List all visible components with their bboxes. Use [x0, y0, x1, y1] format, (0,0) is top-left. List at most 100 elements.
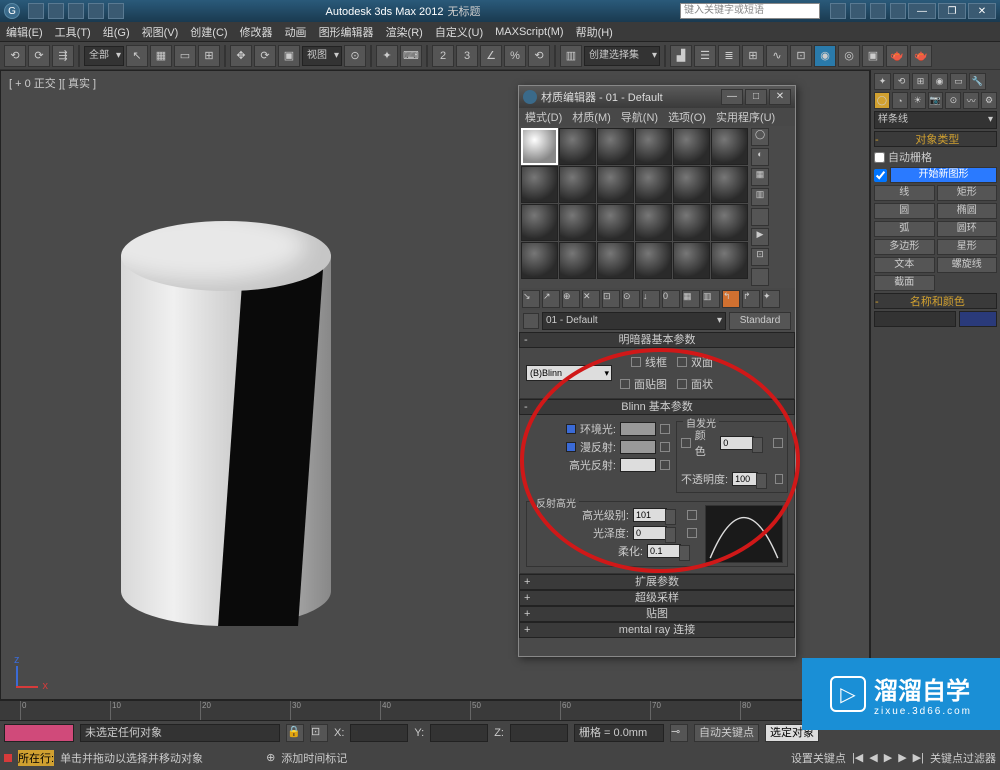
- sample-slot[interactable]: [521, 204, 558, 241]
- sample-slot[interactable]: [711, 128, 748, 165]
- restore-button[interactable]: ❐: [938, 3, 966, 19]
- select-by-mat-icon[interactable]: [751, 268, 769, 286]
- menu-item[interactable]: 自定义(U): [435, 24, 483, 40]
- twosided-checkbox[interactable]: [677, 357, 687, 367]
- window-crossing-icon[interactable]: ⊞: [198, 45, 220, 67]
- x-input[interactable]: [350, 724, 408, 742]
- panel-hierarchy-icon[interactable]: ⊞: [912, 73, 929, 90]
- scale-icon[interactable]: ▣: [278, 45, 300, 67]
- y-input[interactable]: [430, 724, 488, 742]
- play-next-icon[interactable]: ▶: [898, 751, 906, 764]
- sample-slot[interactable]: [559, 128, 596, 165]
- spinsnap-icon[interactable]: ⟲: [528, 45, 550, 67]
- rollout-header[interactable]: -对象类型: [874, 131, 997, 147]
- select-name-icon[interactable]: ▦: [150, 45, 172, 67]
- cat-shapes-icon[interactable]: ◔: [892, 92, 908, 109]
- sample-slot[interactable]: [559, 166, 596, 203]
- sample-slot[interactable]: [597, 128, 634, 165]
- help-icon[interactable]: [890, 3, 906, 19]
- rollout-header[interactable]: +mental ray 连接: [519, 622, 795, 638]
- star-icon[interactable]: [870, 3, 886, 19]
- comm-icon[interactable]: [850, 3, 866, 19]
- tb-icon[interactable]: [88, 3, 104, 19]
- time-tag[interactable]: 添加时间标记: [281, 750, 391, 766]
- subcategory-combo[interactable]: 样条线: [874, 111, 997, 129]
- z-input[interactable]: [510, 724, 568, 742]
- create-circle-button[interactable]: 圆: [874, 203, 935, 219]
- specular-map-button[interactable]: [660, 460, 670, 470]
- menu-item[interactable]: 动画: [285, 24, 307, 40]
- sample-slot[interactable]: [711, 204, 748, 241]
- select-icon[interactable]: ↖: [126, 45, 148, 67]
- search-icon[interactable]: [830, 3, 846, 19]
- diffuse-swatch[interactable]: [620, 440, 656, 454]
- go-parent-icon[interactable]: ↰: [722, 290, 740, 308]
- rotate-icon[interactable]: ⟳: [254, 45, 276, 67]
- cat-space-icon[interactable]: 〰: [963, 92, 979, 109]
- diffuse-map-button[interactable]: [660, 442, 670, 452]
- startnew-checkbox[interactable]: [874, 169, 887, 182]
- keyfilter-button[interactable]: 关键点过滤器: [930, 750, 996, 766]
- create-donut-button[interactable]: 圆环: [937, 221, 998, 237]
- start-new-shape-button[interactable]: 开始新图形: [890, 167, 997, 183]
- namedsel-icon[interactable]: ▥: [560, 45, 582, 67]
- anglesnap-icon[interactable]: ∠: [480, 45, 502, 67]
- sample-slot[interactable]: [635, 204, 672, 241]
- select-rect-icon[interactable]: ▭: [174, 45, 196, 67]
- cat-lights-icon[interactable]: ☀: [910, 92, 926, 109]
- material-name-input[interactable]: 01 - Default: [542, 312, 726, 330]
- si-color-checkbox[interactable]: [681, 438, 691, 448]
- selection-filter-combo[interactable]: 全部: [84, 46, 124, 66]
- options-icon[interactable]: ⊡: [751, 248, 769, 266]
- manip-icon[interactable]: ✦: [376, 45, 398, 67]
- curve-icon[interactable]: ∿: [766, 45, 788, 67]
- key-icon[interactable]: ⊸: [670, 724, 688, 742]
- menu-item[interactable]: 视图(V): [142, 24, 179, 40]
- sample-slot[interactable]: [597, 166, 634, 203]
- speclevel-spinner[interactable]: 101: [633, 508, 667, 522]
- panel-create-icon[interactable]: ✦: [874, 73, 891, 90]
- lock-icon[interactable]: 🔒: [286, 724, 304, 742]
- material-type-button[interactable]: Standard: [729, 312, 791, 330]
- minimize-button[interactable]: —: [908, 3, 936, 19]
- lock-ambient-icon[interactable]: [566, 424, 576, 434]
- lock-diffuse-icon[interactable]: [566, 442, 576, 452]
- sample-slot[interactable]: [521, 128, 558, 165]
- panel-modify-icon[interactable]: ⟲: [893, 73, 910, 90]
- tb-icon[interactable]: [68, 3, 84, 19]
- gloss-map-button[interactable]: [687, 528, 697, 538]
- go-sibling-icon[interactable]: ↱: [742, 290, 760, 308]
- soften-spinner[interactable]: 0.1: [647, 544, 681, 558]
- tag-icon[interactable]: ⊕: [266, 751, 275, 764]
- cat-cameras-icon[interactable]: 📷: [928, 92, 944, 109]
- sample-slot[interactable]: [635, 166, 672, 203]
- shader-combo[interactable]: (B)Blinn: [526, 365, 612, 381]
- menu-item[interactable]: 选项(O): [668, 109, 706, 125]
- refcoord-combo[interactable]: 视图: [302, 46, 342, 66]
- ambient-map-button[interactable]: [660, 424, 670, 434]
- viewport-label[interactable]: [ + 0 正交 ][ 真实 ]: [9, 75, 96, 91]
- tb-icon[interactable]: [28, 3, 44, 19]
- cat-helpers-icon[interactable]: ⊙: [945, 92, 961, 109]
- create-arc-button[interactable]: 弧: [874, 221, 935, 237]
- isokey-icon[interactable]: ⊡: [310, 724, 328, 742]
- snap2-icon[interactable]: 2: [432, 45, 454, 67]
- show-end-icon[interactable]: ▥: [702, 290, 720, 308]
- unlink-icon[interactable]: ⟳: [28, 45, 50, 67]
- show-map-icon[interactable]: ▦: [682, 290, 700, 308]
- material-editor-icon[interactable]: ◉: [814, 45, 836, 67]
- menu-item[interactable]: 修改器: [240, 24, 273, 40]
- layers-icon[interactable]: ≣: [718, 45, 740, 67]
- panel-utility-icon[interactable]: 🔧: [969, 73, 986, 90]
- render-icon[interactable]: 🫖: [886, 45, 908, 67]
- sample-slot[interactable]: [559, 204, 596, 241]
- play-icon[interactable]: ▶: [884, 751, 892, 764]
- video-color-icon[interactable]: [751, 208, 769, 226]
- put-library-icon[interactable]: ↓: [642, 290, 660, 308]
- sample-slot[interactable]: [635, 128, 672, 165]
- opacity-map-button[interactable]: [775, 474, 783, 484]
- create-helix-button[interactable]: 螺旋线: [937, 257, 998, 273]
- schematic-icon[interactable]: ⊡: [790, 45, 812, 67]
- create-rectangle-button[interactable]: 矩形: [937, 185, 998, 201]
- assign-icon[interactable]: ⊕: [562, 290, 580, 308]
